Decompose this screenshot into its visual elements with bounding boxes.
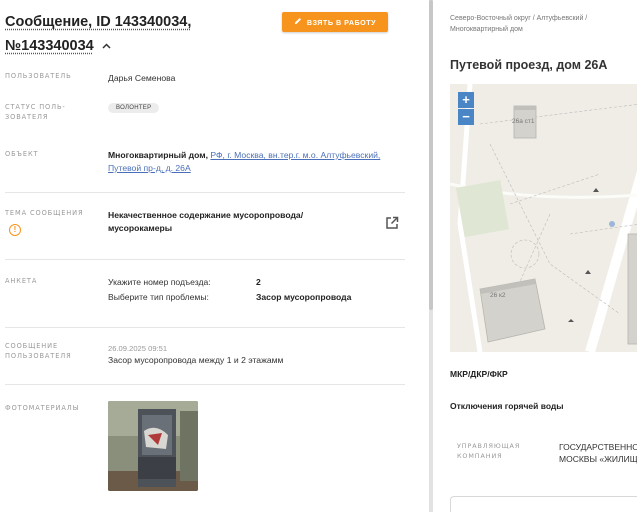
take-to-work-label: ВЗЯТЬ В РАБОТУ — [306, 17, 377, 27]
object-type: Многоквартирный дом, — [108, 150, 208, 160]
object-value: Многоквартирный дом, РФ, г. Москва, вн.т… — [108, 149, 408, 175]
divider — [5, 192, 405, 193]
divider — [5, 384, 405, 385]
survey-answer-2: Засор мусоропровода — [256, 292, 352, 302]
survey-answer-1: 2 — [256, 277, 261, 287]
company-value-line: МОСКВЫ «ЖИЛИЩНИ — [559, 454, 637, 464]
photo-thumbnail[interactable] — [108, 401, 198, 491]
divider — [5, 327, 405, 328]
chevron-up-icon[interactable] — [102, 34, 111, 57]
map-zoom-controls: + − — [458, 92, 474, 125]
zoom-in-button[interactable]: + — [458, 92, 474, 108]
title-line-2: №143340034 — [5, 38, 94, 54]
object-sidebar: Северо-Восточный округ / Алтуфьевский / … — [433, 0, 637, 512]
divider — [5, 259, 405, 260]
map[interactable]: + − 26а ст1 26 к2 — [450, 84, 637, 352]
topic-label: ТЕМА СООБЩЕНИЯ — [5, 209, 84, 217]
page-title: Сообщение, ID 143340034, №143340034 — [5, 11, 270, 58]
object-title: Путевой проезд, дом 26А — [450, 58, 608, 72]
photos-label: ФОТОМАТЕРИАЛЫ — [5, 404, 80, 412]
warning-icon: ! — [9, 224, 21, 236]
topic-value: Некачественное содержание мусоропровода/… — [108, 210, 304, 233]
message-text: Засор мусоропровода между 1 и 2 этажамм — [108, 355, 284, 365]
survey-question-1: Укажите номер подъезда: — [108, 277, 211, 287]
title-line-1: Сообщение, ID 143340034, — [5, 14, 192, 30]
survey-question-2: Выберите тип проблемы: — [108, 292, 209, 302]
next-section-card[interactable] — [450, 496, 637, 512]
company-value-line: ГОСУДАРСТВЕННОЕ — [559, 442, 637, 452]
zoom-out-button[interactable]: − — [458, 109, 474, 125]
pencil-icon — [294, 17, 302, 27]
breadcrumb[interactable]: Северо-Восточный округ / Алтуфьевский / … — [450, 13, 637, 35]
hot-water-section[interactable]: Отключения горячей воды — [450, 401, 564, 411]
object-label: ОБЪЕКТ — [5, 150, 39, 158]
user-message-label: СООБЩЕНИЕ ПОЛЬЗОВАТЕЛЯ — [5, 342, 72, 360]
external-link-icon[interactable] — [385, 216, 399, 230]
company-value: ГОСУДАРСТВЕННОЕ МОСКВЫ «ЖИЛИЩНИ — [559, 441, 637, 465]
mkr-section[interactable]: МКР/ДКР/ФКР — [450, 369, 508, 379]
company-label: УПРАВЛЯЮЩАЯ КОМПАНИЯ — [457, 442, 521, 460]
status-badge: ВОЛОНТЕР — [108, 103, 160, 113]
map-label-building: 26а ст1 — [512, 118, 535, 125]
status-label: СТАТУС ПОЛЬ-ЗОВАТЕЛЯ — [5, 103, 66, 121]
map-label-building: 26 к2 — [490, 292, 506, 299]
user-label: ПОЛЬЗОВАТЕЛЬ — [5, 72, 72, 80]
message-panel: Сообщение, ID 143340034, №143340034 ВЗЯТ… — [0, 0, 420, 512]
user-value: Дарья Семенова — [108, 73, 176, 83]
survey-label: АНКЕТА — [5, 277, 38, 285]
take-to-work-button[interactable]: ВЗЯТЬ В РАБОТУ — [282, 12, 388, 32]
